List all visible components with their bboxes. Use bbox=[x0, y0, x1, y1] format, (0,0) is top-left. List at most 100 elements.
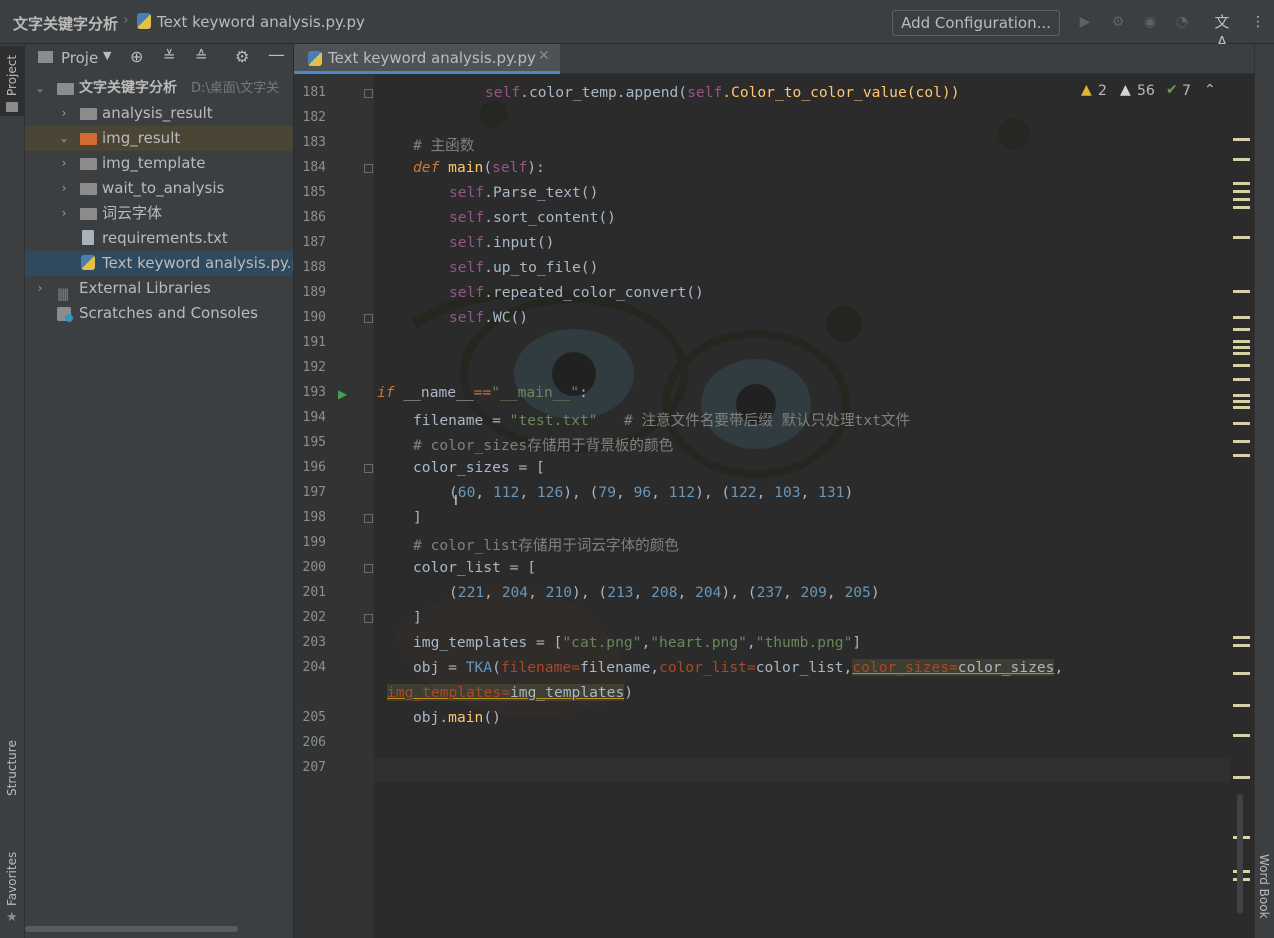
fold-marker-icon[interactable] bbox=[364, 464, 373, 473]
tree-item-requirements[interactable]: requirements.txt bbox=[25, 226, 293, 251]
structure-tool-button[interactable]: Structure bbox=[0, 734, 24, 814]
tree-item-scratches[interactable]: Scratches and Consoles bbox=[25, 301, 293, 326]
code-line-181: self.color_temp.append(self.Color_to_col… bbox=[485, 84, 960, 101]
marker[interactable] bbox=[1233, 346, 1250, 349]
chevron-down-icon[interactable]: ⌄ bbox=[33, 76, 47, 101]
marker[interactable] bbox=[1233, 290, 1250, 293]
chevron-right-icon[interactable]: › bbox=[57, 201, 71, 226]
add-configuration-button[interactable]: Add Configuration... bbox=[892, 10, 1060, 36]
previous-highlight-icon[interactable]: ⌃ bbox=[1204, 82, 1216, 98]
hide-panel-icon[interactable]: — bbox=[268, 45, 285, 65]
fold-marker-icon[interactable] bbox=[364, 564, 373, 573]
chevron-down-icon[interactable]: ⌄ bbox=[57, 126, 71, 151]
chevron-right-icon[interactable]: › bbox=[57, 176, 71, 201]
marker[interactable] bbox=[1233, 704, 1250, 707]
marker[interactable] bbox=[1233, 328, 1250, 331]
tree-root-label: 文字关键字分析 bbox=[79, 80, 177, 96]
marker[interactable] bbox=[1233, 734, 1250, 737]
marker[interactable] bbox=[1233, 672, 1250, 675]
tree-item-label: Scratches and Consoles bbox=[79, 304, 258, 322]
gear-icon[interactable]: ⚙ bbox=[235, 47, 249, 66]
project-view-selector[interactable]: Proje bbox=[61, 49, 98, 67]
warning-icon: ▲ bbox=[1081, 82, 1092, 98]
editor-tab-active[interactable]: Text keyword analysis.py.py ✕ bbox=[294, 44, 560, 74]
marker[interactable] bbox=[1233, 440, 1250, 443]
coverage-icon[interactable]: ◉ bbox=[1140, 12, 1160, 32]
profile-icon[interactable]: ◔ bbox=[1172, 12, 1192, 32]
dropdown-arrow-icon[interactable]: ▼ bbox=[103, 49, 111, 62]
tree-root[interactable]: ⌄ 文字关键字分析 D:\桌面\文字关 bbox=[25, 76, 293, 101]
marker[interactable] bbox=[1233, 454, 1250, 457]
horizontal-scrollbar[interactable] bbox=[25, 926, 238, 932]
line-number: 192 bbox=[302, 360, 326, 375]
code-line-205: obj.main() bbox=[413, 709, 501, 726]
breadcrumb-project[interactable]: 文字关键字分析 bbox=[13, 13, 118, 34]
run-icon[interactable]: ▶ bbox=[1075, 12, 1095, 32]
python-file-icon bbox=[308, 51, 322, 66]
marker[interactable] bbox=[1233, 400, 1250, 403]
debug-icon[interactable]: ⚙ bbox=[1108, 12, 1128, 32]
marker[interactable] bbox=[1233, 422, 1250, 425]
marker[interactable] bbox=[1233, 644, 1250, 647]
marker[interactable] bbox=[1233, 340, 1250, 343]
marker[interactable] bbox=[1233, 364, 1250, 367]
line-number: 202 bbox=[302, 610, 326, 625]
marker[interactable] bbox=[1233, 182, 1250, 185]
marker[interactable] bbox=[1233, 158, 1250, 161]
editor-tab-bar: Text keyword analysis.py.py ✕ ⋮ bbox=[294, 44, 1274, 74]
marker[interactable] bbox=[1233, 138, 1250, 141]
text-file-icon bbox=[82, 230, 94, 245]
tree-item-label: img_result bbox=[102, 129, 181, 147]
clock-badge-icon bbox=[65, 314, 73, 322]
marker[interactable] bbox=[1233, 316, 1250, 319]
fold-marker-icon[interactable] bbox=[364, 89, 373, 98]
marker[interactable] bbox=[1233, 378, 1250, 381]
tree-item-wait-to-analysis[interactable]: › wait_to_analysis bbox=[25, 176, 293, 201]
code-line-204: obj = TKA(filename=filename,color_list=c… bbox=[413, 659, 1064, 676]
word-book-tool-button[interactable]: Word Book bbox=[1255, 844, 1274, 938]
chevron-right-icon[interactable]: › bbox=[57, 151, 71, 176]
inspection-widget[interactable]: ▲ 2 ▲ 56 ✔ 7 ⌃ ⌄ bbox=[1078, 80, 1248, 104]
marker[interactable] bbox=[1233, 236, 1250, 239]
tree-item-img-template[interactable]: › img_template bbox=[25, 151, 293, 176]
fold-marker-icon[interactable] bbox=[364, 614, 373, 623]
marker[interactable] bbox=[1233, 406, 1250, 409]
error-stripe[interactable] bbox=[1230, 74, 1254, 938]
chevron-right-icon[interactable]: › bbox=[33, 276, 47, 301]
breadcrumb-file[interactable]: Text keyword analysis.py.py bbox=[157, 13, 365, 31]
fold-marker-icon[interactable] bbox=[364, 514, 373, 523]
marker[interactable] bbox=[1233, 198, 1250, 201]
vertical-scrollbar[interactable] bbox=[1237, 794, 1243, 914]
expand-all-icon[interactable]: ≚ bbox=[163, 47, 176, 65]
run-gutter-icon[interactable]: ▶ bbox=[338, 387, 347, 401]
line-number: 203 bbox=[302, 635, 326, 650]
project-tool-button[interactable]: Project bbox=[0, 46, 24, 116]
marker[interactable] bbox=[1233, 636, 1250, 639]
fold-marker-icon[interactable] bbox=[364, 164, 373, 173]
locate-file-icon[interactable]: ⊕ bbox=[130, 47, 143, 66]
project-view-icon bbox=[38, 51, 53, 63]
warning-count: 2 bbox=[1098, 83, 1107, 99]
line-number: 189 bbox=[302, 285, 326, 300]
marker[interactable] bbox=[1233, 206, 1250, 209]
more-icon[interactable]: ⋮ bbox=[1248, 12, 1268, 32]
marker[interactable] bbox=[1233, 352, 1250, 355]
folder-icon bbox=[80, 158, 97, 170]
tree-item-external-libraries[interactable]: › ||||| External Libraries bbox=[25, 276, 293, 301]
structure-tool-label: Structure bbox=[5, 740, 19, 796]
fold-marker-icon[interactable] bbox=[364, 314, 373, 323]
marker[interactable] bbox=[1233, 776, 1250, 779]
tree-item-analysis-result[interactable]: › analysis_result bbox=[25, 101, 293, 126]
tree-item-font-folder[interactable]: › 词云字体 bbox=[25, 201, 293, 226]
translate-icon[interactable]: 文A bbox=[1212, 12, 1232, 51]
close-icon[interactable]: ✕ bbox=[538, 48, 550, 64]
marker[interactable] bbox=[1233, 394, 1250, 397]
tree-item-main-script[interactable]: Text keyword analysis.py.p bbox=[25, 251, 293, 276]
tree-item-img-result[interactable]: ⌄ img_result bbox=[25, 126, 293, 151]
library-icon: ||||| bbox=[57, 287, 69, 301]
favorites-tool-button[interactable]: Favorites ★ bbox=[0, 844, 24, 929]
code-line-193: if __name__=="__main__": bbox=[377, 384, 588, 401]
chevron-right-icon[interactable]: › bbox=[57, 101, 71, 126]
marker[interactable] bbox=[1233, 190, 1250, 193]
collapse-all-icon[interactable]: ≙ bbox=[195, 47, 208, 65]
